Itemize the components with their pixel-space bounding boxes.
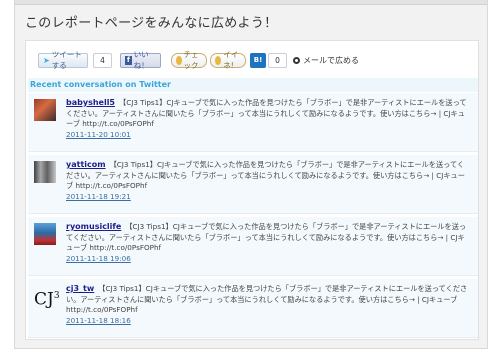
tweet-timestamp[interactable]: 2011-11-18 19:06	[66, 254, 470, 264]
tweet-username[interactable]: babyshell5	[66, 98, 115, 107]
tweet-timestamp[interactable]: 2011-11-18 18:16	[66, 316, 470, 326]
user-avatar[interactable]	[34, 223, 56, 245]
tweet-body: yatticom 【CJ3 Tips1】CJキューブで気に入った作品を見つけたら「…	[66, 160, 470, 202]
tweet-count: 4	[93, 52, 112, 68]
mail-bullet-icon	[293, 56, 300, 64]
tweet-item: ryomusiclife 【CJ3 Tips1】CJキューブで気に入った作品を見つ…	[28, 217, 478, 276]
top-divider	[15, 0, 487, 5]
tweet-item: babyshell5 【CJ3 Tips1】CJキューブで気に入った作品を見つけた…	[28, 93, 478, 152]
tweet-button[interactable]: ➤ ツイートする	[38, 50, 88, 70]
tweet-item: CJ3 cj3_tw 【CJ3 Tips1】CJキューブで気に入った作品を見つけた…	[28, 279, 478, 338]
tweet-body: ryomusiclife 【CJ3 Tips1】CJキューブで気に入った作品を見つ…	[66, 222, 470, 264]
tweet-text: 【CJ3 Tips1】CJキューブで気に入った作品を見つけたら「ブラボー」で是非…	[66, 284, 468, 314]
tweet-item: yatticom 【CJ3 Tips1】CJキューブで気に入った作品を見つけたら「…	[28, 155, 478, 214]
mixi-check-button[interactable]: チェック	[171, 50, 207, 70]
tweet-username[interactable]: ryomusiclife	[66, 222, 121, 231]
facebook-like-label: いいね！	[133, 50, 149, 70]
facebook-icon: f	[125, 55, 132, 65]
twitter-bird-icon: ➤	[43, 55, 50, 65]
mixi-check-label: チェック	[183, 50, 199, 70]
tweet-body: cj3_tw 【CJ3 Tips1】CJキューブで気に入った作品を見つけたら「ブラ…	[66, 284, 470, 326]
tweet-list: babyshell5 【CJ3 Tips1】CJキューブで気に入った作品を見つけた…	[28, 93, 478, 341]
hatena-bookmark-button[interactable]: B!	[250, 52, 266, 68]
tweet-body: babyshell5 【CJ3 Tips1】CJキューブで気に入った作品を見つけた…	[66, 98, 470, 140]
user-avatar[interactable]	[34, 161, 56, 183]
tweet-text: 【CJ3 Tips1】CJキューブで気に入った作品を見つけたら「ブラボー」で是非…	[66, 98, 467, 128]
mixi-iine-button[interactable]: イイネ!	[210, 50, 246, 70]
tweet-button-label: ツイートする	[51, 50, 82, 70]
tweet-username[interactable]: yatticom	[66, 160, 106, 169]
mixi-iine-label: イイネ!	[223, 50, 239, 70]
recent-conversation-title: Recent conversation on Twitter	[28, 78, 478, 92]
page-heading: このレポートページをみんなに広めよう！	[25, 16, 278, 31]
tweet-timestamp[interactable]: 2011-11-20 10:01	[66, 130, 470, 140]
user-avatar[interactable]	[34, 99, 56, 121]
mail-share-link[interactable]: メールで広める	[293, 55, 359, 66]
tweet-text: 【CJ3 Tips1】CJキューブで気に入った作品を見つけたら「ブラボー」で是非…	[66, 160, 465, 190]
share-buttons-row: ➤ ツイートする 4 f いいね！ チェック イイネ! B! 0 メールで広める	[38, 50, 359, 70]
hatena-count: 0	[268, 52, 287, 68]
mixi-icon	[176, 55, 182, 65]
mail-share-label: メールで広める	[303, 55, 359, 65]
tweet-timestamp[interactable]: 2011-11-18 19:21	[66, 192, 470, 202]
tweet-username[interactable]: cj3_tw	[66, 284, 94, 293]
share-panel-frame: このレポートページをみんなに広めよう！ ➤ ツイートする 4 f いいね！ チェ…	[14, 0, 488, 349]
mixi-iine-icon	[215, 55, 222, 65]
share-panel: ➤ ツイートする 4 f いいね！ チェック イイネ! B! 0 メールで広める	[25, 40, 479, 340]
facebook-like-button[interactable]: f いいね！	[120, 50, 161, 70]
tweet-text: 【CJ3 Tips1】CJキューブで気に入った作品を見つけたら「ブラボー」で是非…	[66, 222, 467, 252]
cj3-logo-avatar[interactable]: CJ3	[34, 285, 60, 310]
